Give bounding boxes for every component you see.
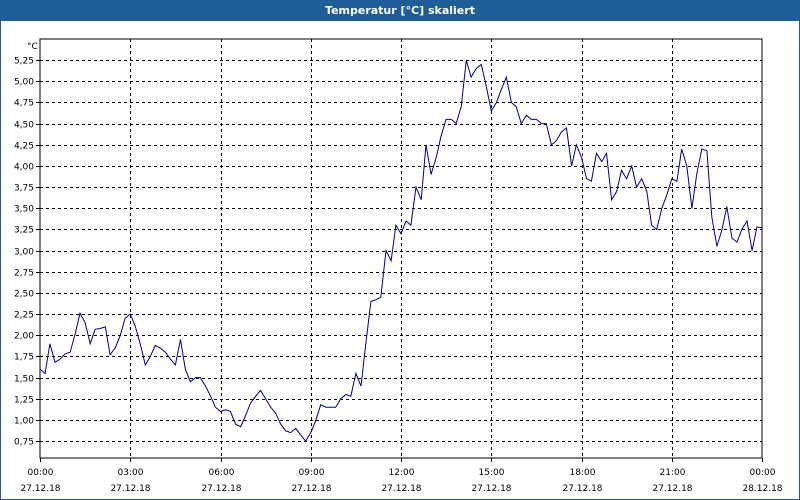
x-tick-date-label: 27.12.18 [110, 484, 150, 494]
y-tick-label: 1,00 [14, 417, 34, 427]
x-axis: 00:00 27.12.18 03:00 27.12.18 06:00 27.12.18 0… [20, 458, 783, 494]
temperature-chart: °C 0,75 1,00 1,25 1,50 1,75 2,00 2,25 2,50 2,75 3… [14, 38, 783, 494]
x-tick-date-label: 27.12.18 [652, 484, 692, 494]
y-tick-label: 4,25 [14, 142, 34, 152]
y-axis: °C 0,75 1,00 1,25 1,50 1,75 2,00 2,25 2,50 2,75 3… [14, 42, 40, 448]
x-tick-time-label: 06:00 [209, 468, 235, 478]
x-tick-time-label: 15:00 [479, 468, 505, 478]
x-tick-date-label: 28.12.18 [742, 484, 782, 494]
x-tick-time-label: 18:00 [570, 468, 596, 478]
y-tick-label: 4,50 [14, 121, 34, 131]
y-tick-label: 5,00 [14, 78, 34, 88]
x-tick-date-label: 27.12.18 [201, 484, 241, 494]
y-axis-unit: °C [27, 42, 38, 52]
x-tick-date-label: 27.12.18 [381, 484, 421, 494]
x-tick-date-label: 27.12.18 [562, 484, 602, 494]
x-tick-time-label: 12:00 [389, 468, 415, 478]
chart-title: Temperatur [°C] skaliert [1, 1, 799, 21]
x-tick-time-label: 00:00 [28, 468, 54, 478]
y-tick-label: 2,50 [14, 290, 34, 300]
y-tick-label: 2,00 [14, 332, 34, 342]
y-tick-label: 3,25 [14, 226, 34, 236]
y-tick-label: 4,00 [14, 163, 34, 173]
x-tick-date-label: 27.12.18 [20, 484, 60, 494]
y-tick-label: 0,75 [14, 438, 34, 448]
y-tick-label: 3,00 [14, 248, 34, 258]
x-tick-date-label: 27.12.18 [471, 484, 511, 494]
x-tick-time-label: 03:00 [118, 468, 144, 478]
y-tick-label: 3,50 [14, 205, 34, 215]
x-tick-time-label: 09:00 [299, 468, 325, 478]
y-tick-label: 1,75 [14, 353, 34, 363]
y-tick-label: 4,75 [14, 99, 34, 109]
chart-window: Temperatur [°C] skaliert °C 0,75 1,00 1,25… [0, 0, 800, 500]
x-tick-time-label: 00:00 [750, 468, 776, 478]
y-tick-label: 1,50 [14, 375, 34, 385]
x-tick-date-label: 27.12.18 [291, 484, 331, 494]
y-tick-label: 5,25 [14, 57, 34, 67]
x-tick-time-label: 21:00 [660, 468, 686, 478]
y-tick-label: 2,25 [14, 311, 34, 321]
y-tick-label: 1,25 [14, 396, 34, 406]
y-tick-label: 2,75 [14, 269, 34, 279]
y-tick-label: 3,75 [14, 184, 34, 194]
